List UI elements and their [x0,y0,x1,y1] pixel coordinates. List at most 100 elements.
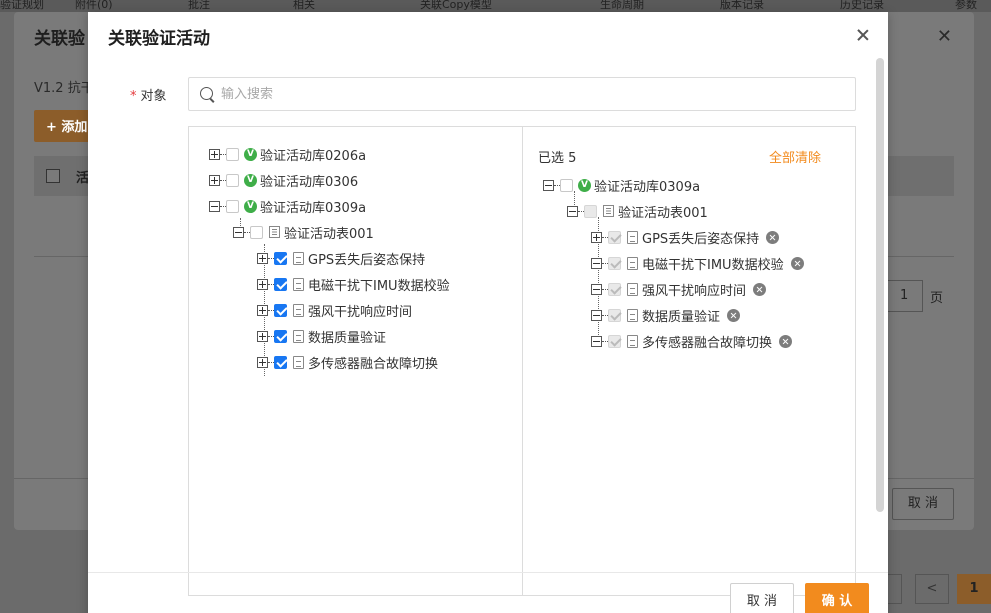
expand-icon[interactable] [257,252,268,264]
selected-node-table[interactable]: 验证活动表001 [567,200,708,222]
background-tab: 附件(0) [75,0,113,11]
tree-node-activity[interactable]: 电磁干扰下IMU数据校验 [257,273,450,295]
expand-icon[interactable] [257,356,268,368]
panel-divider [522,127,523,595]
expand-icon[interactable] [591,231,602,243]
remove-icon[interactable] [727,308,741,322]
tree-node-label: 验证活动库0309a [260,200,367,216]
tree-checkbox-checked[interactable] [274,277,287,291]
tree-node-label: 强风干扰响应时间 [642,283,747,299]
expand-icon[interactable] [257,330,268,342]
background-page-unit: 页 [930,291,944,306]
collapse-icon[interactable] [209,200,220,212]
library-icon: V [244,199,257,213]
close-icon[interactable] [856,28,870,42]
link-activity-modal: 关联验证活动 *对象 V 验证活动库0206a V 验证活动库0306 V 验证… [88,12,888,613]
remove-icon[interactable] [766,230,780,244]
confirm-button[interactable]: 确 认 [805,583,869,613]
remove-icon[interactable] [790,256,804,270]
object-field-label: * 对象 [130,85,167,104]
tree-checkbox-disabled-checked [608,282,621,296]
tree-checkbox-disabled-checked [608,334,621,348]
table-icon [603,205,614,217]
collapse-icon[interactable] [591,335,602,347]
tree-checkbox-disabled-checked [608,230,621,244]
tree-checkbox-checked[interactable] [274,329,287,343]
background-tab: 验证规划 [0,0,44,11]
tree-node-label: 数据质量验证 [308,330,387,346]
library-icon: V [244,147,257,161]
selected-node-activity[interactable]: 数据质量验证 [591,304,741,326]
cancel-button[interactable]: 取 消 [730,583,794,613]
modal-footer-divider [88,572,888,573]
expand-icon[interactable] [257,278,268,290]
collapse-icon[interactable] [543,179,554,191]
tree-node-activity[interactable]: 强风干扰响应时间 [257,299,412,321]
document-icon [627,308,638,322]
tree-checkbox[interactable] [226,147,239,161]
selected-node-activity[interactable]: 多传感器融合故障切换 [591,330,793,352]
table-icon [269,226,280,238]
tree-node-library[interactable]: V 验证活动库0309a [209,195,366,217]
selected-node-activity[interactable]: 强风干扰响应时间 [591,278,767,300]
background-cancel-button: 取 消 [892,488,954,520]
collapse-icon[interactable] [591,257,602,269]
background-page-input: 1 [887,280,923,312]
tree-checkbox[interactable] [226,173,239,187]
tree-checkbox-disabled-checked [608,256,621,270]
selected-count: 已选 5 [538,151,577,166]
tree-node-label: GPS丢失后姿态保持 [642,231,760,247]
library-icon: V [244,173,257,187]
background-subtitle: V1.2 抗干 [34,81,94,96]
expand-icon[interactable] [257,304,268,316]
document-icon [627,334,638,348]
tree-node-label: 验证活动库0206a [260,148,367,164]
document-icon [627,230,638,244]
tree-checkbox[interactable] [250,225,263,239]
remove-icon[interactable] [779,334,793,348]
tree-node-label: 数据质量验证 [642,309,721,325]
background-tab: 历史记录 [840,0,884,11]
tree-node-label: 验证活动库0309a [594,179,701,195]
selected-node-activity[interactable]: 电磁干扰下IMU数据校验 [591,252,804,274]
tree-node-activity[interactable]: 数据质量验证 [257,325,386,347]
document-icon [293,251,304,265]
clear-all-link[interactable]: 全部清除 [769,147,821,166]
collapse-icon[interactable] [591,309,602,321]
tree-checkbox-checked[interactable] [274,355,287,369]
object-label-text: 对象 [140,89,167,104]
collapse-icon[interactable] [567,205,578,217]
tree-checkbox[interactable] [226,199,239,213]
modal-scrollbar[interactable] [876,58,884,512]
remove-icon[interactable] [753,282,767,296]
background-tab: 版本记录 [720,0,764,11]
background-select-all-checkbox [46,169,60,183]
tree-node-table[interactable]: 验证活动表001 [233,221,374,243]
collapse-icon[interactable] [233,226,244,238]
background-tab: 生命周期 [600,0,644,11]
expand-icon[interactable] [209,174,220,186]
background-pager-edge [888,574,902,604]
collapse-icon[interactable] [591,283,602,295]
tree-checkbox-disabled-checked [608,308,621,322]
tree-node-activity[interactable]: 多传感器融合故障切换 [257,351,438,373]
tree-node-activity[interactable]: GPS丢失后姿态保持 [257,247,425,269]
search-box[interactable] [188,77,856,111]
background-tab: 参数 [955,0,977,11]
selected-node-activity[interactable]: GPS丢失后姿态保持 [591,226,780,248]
tree-checkbox-checked[interactable] [274,251,287,265]
tree-checkbox-checked[interactable] [274,303,287,317]
document-icon [293,277,304,291]
tree-node-library[interactable]: V 验证活动库0206a [209,143,366,165]
tree-node-label: 强风干扰响应时间 [308,304,413,320]
search-icon [200,87,213,100]
tree-node-library[interactable]: V 验证活动库0306 [209,169,358,191]
search-input[interactable] [221,78,841,110]
selected-node-library[interactable]: V 验证活动库0309a [543,174,700,196]
expand-icon[interactable] [209,148,220,160]
tree-checkbox[interactable] [560,178,573,192]
background-tab-bar: 验证规划 附件(0) 批注 相关 关联Copy模型 生命周期 版本记录 历史记录… [0,0,991,12]
document-icon [293,303,304,317]
tree-node-label: 电磁干扰下IMU数据校验 [642,257,784,273]
modal-title: 关联验证活动 [108,29,210,49]
